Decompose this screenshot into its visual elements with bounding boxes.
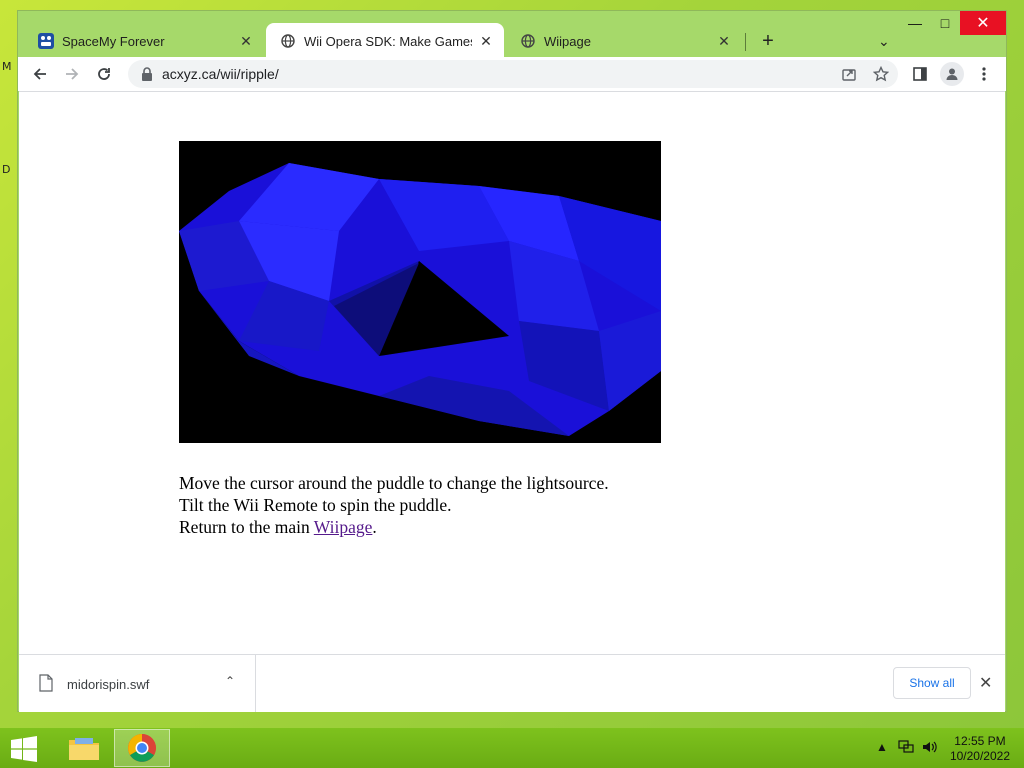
globe-icon	[280, 33, 296, 49]
download-item[interactable]: midorispin.swf ⌃	[19, 655, 256, 712]
page-content: Move the cursor around the puddle to cha…	[19, 91, 1005, 655]
instruction-line: Tilt the Wii Remote to spin the puddle.	[179, 495, 452, 515]
network-icon[interactable]	[898, 740, 914, 757]
kebab-menu-icon	[982, 67, 986, 81]
clock-date: 10/20/2022	[949, 749, 1010, 763]
clock-time: 12:55 PM	[954, 734, 1006, 748]
browser-window: — □ ✕ SpaceMy Forever ✕ Wii Opera SDK: M…	[17, 10, 1007, 712]
menu-button[interactable]	[974, 64, 994, 84]
tab-wiipage[interactable]: Wiipage ✕	[506, 23, 742, 59]
return-suffix: .	[372, 517, 377, 537]
windows-logo-icon	[11, 736, 37, 762]
chrome-icon	[128, 734, 156, 762]
desktop-letter-d: D	[2, 163, 11, 176]
tab-close-icon[interactable]: ✕	[238, 33, 254, 50]
return-prefix: Return to the main	[179, 517, 314, 537]
arrow-right-icon	[66, 68, 79, 80]
forward-button[interactable]	[62, 64, 82, 84]
reload-icon	[98, 68, 110, 80]
chevron-up-icon[interactable]: ⌃	[225, 674, 235, 688]
download-bar: midorispin.swf ⌃ Show all ✕	[19, 654, 1005, 712]
volume-icon[interactable]	[922, 740, 938, 757]
share-icon[interactable]	[840, 65, 858, 83]
url-text: acxyz.ca/wii/ripple/	[162, 66, 279, 82]
tab-close-icon[interactable]: ✕	[478, 33, 494, 50]
side-panel-icon	[913, 67, 927, 81]
spacemy-favicon-icon	[38, 33, 54, 49]
instruction-line: Move the cursor around the puddle to cha…	[179, 473, 609, 493]
side-panel-button[interactable]	[910, 64, 930, 84]
desktop-letter-m: M	[2, 60, 12, 73]
address-bar[interactable]: acxyz.ca/wii/ripple/	[128, 60, 898, 88]
tab-search-button[interactable]: ⌄	[878, 33, 890, 50]
avatar-icon	[946, 68, 958, 80]
tab-strip: SpaceMy Forever ✕ Wii Opera SDK: Make Ga…	[18, 19, 1006, 59]
system-clock[interactable]: 12:55 PM 10/20/2022	[950, 734, 1010, 764]
arrow-left-icon	[33, 68, 46, 80]
reload-button[interactable]	[94, 64, 114, 84]
start-button[interactable]	[10, 736, 38, 762]
download-file-name: midorispin.swf	[67, 677, 150, 692]
folder-icon	[69, 738, 99, 760]
wiipage-link[interactable]: Wiipage	[314, 517, 373, 537]
plus-icon: +	[762, 30, 774, 52]
new-tab-button[interactable]: +	[756, 31, 780, 51]
close-icon[interactable]: ✕	[979, 673, 992, 693]
globe-icon	[520, 33, 536, 49]
back-button[interactable]	[30, 64, 50, 84]
file-icon	[39, 674, 53, 692]
chrome-taskbar-button[interactable]	[114, 729, 170, 767]
tab-close-icon[interactable]: ✕	[716, 33, 732, 50]
lock-icon	[142, 67, 152, 81]
taskbar: ▲ 12:55 PM 10/20/2022	[0, 728, 1024, 768]
ripple-game-canvas[interactable]	[179, 141, 661, 443]
browser-toolbar: acxyz.ca/wii/ripple/	[18, 57, 1006, 91]
tab-separator	[745, 33, 746, 51]
file-explorer-taskbar-button[interactable]	[56, 729, 112, 767]
chevron-up-icon[interactable]: ▲	[876, 740, 888, 754]
tab-spacemy[interactable]: SpaceMy Forever ✕	[24, 23, 264, 59]
tab-title: Wii Opera SDK: Make Games for	[304, 33, 472, 49]
chevron-down-icon: ⌄	[878, 33, 890, 49]
tab-title: Wiipage	[544, 33, 591, 49]
bookmark-star-icon[interactable]	[872, 65, 890, 83]
tab-wii-opera-sdk[interactable]: Wii Opera SDK: Make Games for ✕	[266, 23, 504, 59]
show-all-button[interactable]: Show all	[893, 667, 971, 699]
profile-button[interactable]	[940, 62, 964, 86]
tab-title: SpaceMy Forever	[62, 33, 165, 49]
return-line: Return to the main Wiipage.	[179, 516, 609, 538]
instructions: Move the cursor around the puddle to cha…	[179, 472, 609, 538]
